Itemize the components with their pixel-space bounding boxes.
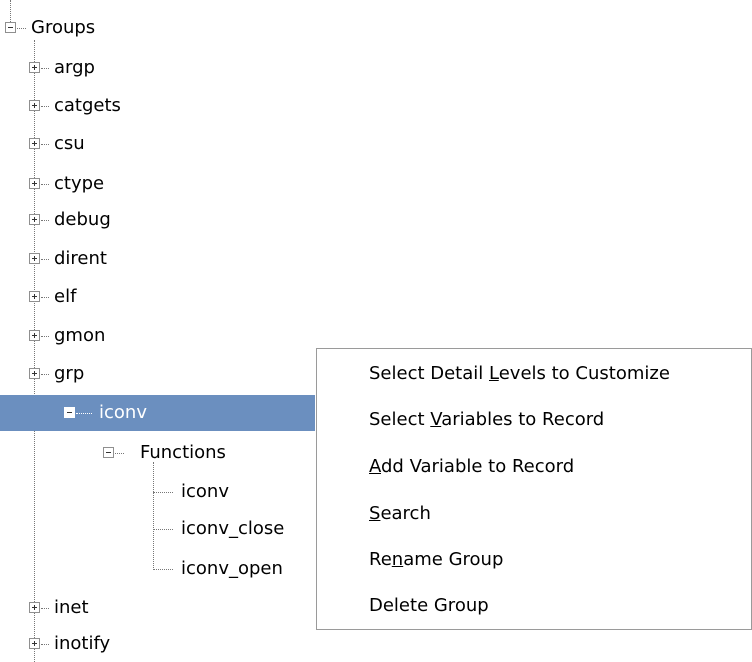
expand-icon[interactable] <box>29 62 40 73</box>
tree-connector <box>41 259 49 260</box>
menu-item-select-variables[interactable]: Select Variables to Record <box>369 397 604 443</box>
menu-item-mnemonic: A <box>369 456 381 477</box>
tree-connector <box>41 297 49 298</box>
tree-connector <box>41 374 49 375</box>
tree-connector <box>41 336 49 337</box>
menu-item-text: Select <box>369 409 431 430</box>
tree-node-inotify[interactable]: inotify <box>0 626 752 662</box>
expand-icon[interactable] <box>29 178 40 189</box>
menu-item-text: ariables to Record <box>441 409 605 430</box>
menu-item-mnemonic: S <box>369 503 381 524</box>
expand-icon[interactable] <box>29 368 40 379</box>
menu-item-text: Re <box>369 549 392 570</box>
menu-item-select-detail-levels[interactable]: Select Detail Levels to Customize <box>369 351 670 397</box>
tree-node-label: Functions <box>140 442 226 463</box>
tree-connector <box>41 220 49 221</box>
tree-connector <box>76 413 92 414</box>
expand-icon[interactable] <box>29 330 40 341</box>
menu-item-text: earch <box>380 503 431 524</box>
tree-node-label: inotify <box>54 633 111 654</box>
tree-connector <box>153 529 173 530</box>
tree-node-label: ctype <box>54 173 105 194</box>
menu-item-rename-group[interactable]: Rename Group <box>369 537 503 583</box>
tree-connector <box>41 608 49 609</box>
tree-connector <box>153 492 173 493</box>
menu-item-search[interactable]: Search <box>369 491 431 537</box>
tree-node-csu[interactable]: csu <box>0 126 752 162</box>
menu-item-text: Delete Group <box>369 595 489 616</box>
collapse-icon[interactable] <box>103 447 114 458</box>
tree-node-label: iconv <box>181 481 229 502</box>
context-menu: Select Detail Levels to Customize Select… <box>316 348 752 630</box>
tree-connector <box>41 144 49 145</box>
tree-node-iconv[interactable]: iconv <box>0 395 315 431</box>
tree-connector <box>41 644 49 645</box>
menu-item-add-variable[interactable]: Add Variable to Record <box>369 444 574 490</box>
tree-node-argp[interactable]: argp <box>0 50 752 86</box>
tree-connector <box>115 453 124 454</box>
menu-item-text: Select Detail <box>369 363 489 384</box>
tree-node-label: iconv_open <box>181 558 283 579</box>
tree-node-dirent[interactable]: dirent <box>0 241 752 277</box>
menu-item-mnemonic: n <box>391 549 404 570</box>
tree-node-elf[interactable]: elf <box>0 279 752 315</box>
tree-node-groups[interactable]: Groups <box>0 10 752 46</box>
tree-connector <box>41 106 49 107</box>
expand-icon[interactable] <box>29 602 40 613</box>
tree-node-ctype[interactable]: ctype <box>0 166 752 202</box>
expand-icon[interactable] <box>29 253 40 264</box>
tree-node-label: iconv <box>99 402 147 423</box>
expand-icon[interactable] <box>29 214 40 225</box>
expand-icon[interactable] <box>29 291 40 302</box>
tree-node-label: iconv_close <box>181 518 285 539</box>
menu-item-text: dd Variable to Record <box>381 456 575 477</box>
tree-node-catgets[interactable]: catgets <box>0 88 752 124</box>
tree-node-label: debug <box>54 209 111 230</box>
menu-item-delete-group[interactable]: Delete Group <box>369 583 489 629</box>
tree-node-label: inet <box>54 597 89 618</box>
tree-node-label: gmon <box>54 325 106 346</box>
tree-connector <box>153 569 173 570</box>
tree-node-debug[interactable]: debug <box>0 202 752 238</box>
tree-node-label: elf <box>54 286 77 307</box>
tree-node-label: catgets <box>54 95 121 116</box>
tree-connector <box>41 68 49 69</box>
collapse-icon[interactable] <box>64 407 75 418</box>
menu-item-text: ame Group <box>403 549 504 570</box>
expand-icon[interactable] <box>29 138 40 149</box>
menu-item-text: evels to Customize <box>498 363 670 384</box>
expand-icon[interactable] <box>29 638 40 649</box>
tree-connector <box>17 28 26 29</box>
tree-node-label: argp <box>54 57 95 78</box>
tree-node-label: csu <box>54 133 85 154</box>
menu-item-mnemonic: V <box>430 409 442 430</box>
expand-icon[interactable] <box>29 100 40 111</box>
tree-node-label: grp <box>54 363 85 384</box>
collapse-icon[interactable] <box>5 22 16 33</box>
tree-connector <box>41 184 49 185</box>
tree-node-label: Groups <box>31 17 96 38</box>
menu-item-mnemonic: L <box>489 363 499 384</box>
tree-node-label: dirent <box>54 248 107 269</box>
